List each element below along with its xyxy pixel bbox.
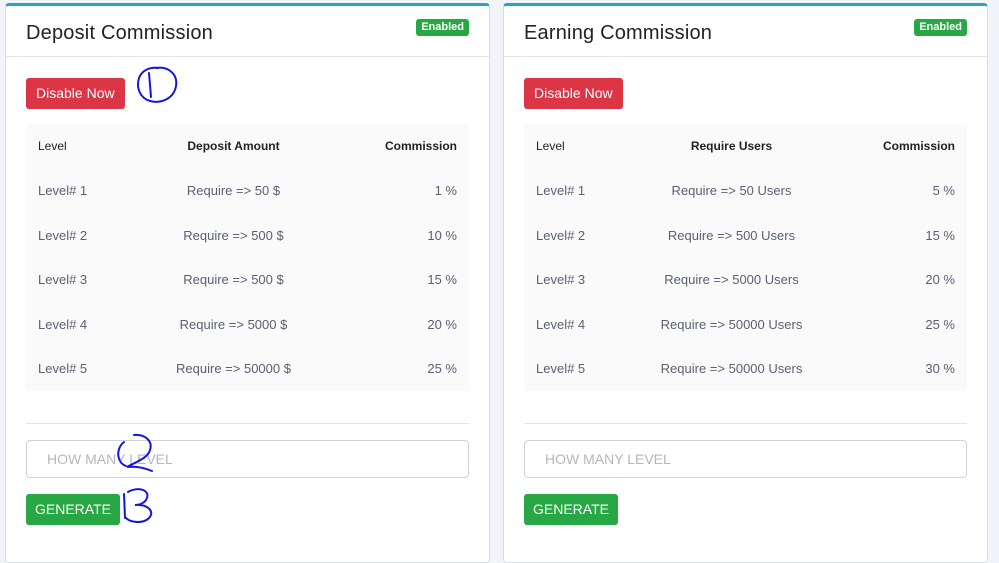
card-title: Deposit Commission <box>26 22 213 44</box>
card-title: Earning Commission <box>524 22 713 44</box>
table-row: Level# 2 Require => 500 Users 15 % <box>524 214 967 258</box>
requirement-cell: Require => 500 Users <box>667 228 796 243</box>
requirement-cell: Require => 50 Users <box>671 183 792 198</box>
commission-cell: 25 % <box>427 361 457 376</box>
commission-cell: 15 % <box>925 228 955 243</box>
generate-button[interactable]: GENERATE <box>524 494 618 525</box>
card-header: Deposit Commission Enabled <box>6 6 489 57</box>
level-cell: Level# 3 <box>38 272 88 287</box>
status-badge: Enabled <box>914 19 967 36</box>
requirement-cell: Require => 50000 $ <box>176 361 291 376</box>
level-cell: Level# 2 <box>38 228 88 243</box>
divider <box>524 423 967 424</box>
column-header-level: Level <box>38 139 67 153</box>
commission-cell: 20 % <box>427 317 457 332</box>
requirement-cell: Require => 5000 $ <box>179 317 288 332</box>
requirement-cell: Require => 50 $ <box>186 183 281 198</box>
table-row: Level# 3 Require => 5000 Users 20 % <box>524 258 967 302</box>
table-row: Level# 5 Require => 50000 Users 30 % <box>524 347 967 391</box>
level-cell: Level# 1 <box>38 183 88 198</box>
table-header-row: Level Deposit Amount Commission <box>26 124 469 168</box>
level-cell: Level# 1 <box>536 183 586 198</box>
requirement-cell: Require => 50000 Users <box>660 361 803 376</box>
table-row: Level# 4 Require => 5000 $ 20 % <box>26 303 469 347</box>
requirement-cell: Require => 500 $ <box>183 228 284 243</box>
commission-cell: 1 % <box>434 183 457 198</box>
how-many-level-input[interactable] <box>26 440 469 478</box>
level-cell: Level# 2 <box>536 228 586 243</box>
table-row: Level# 1 Require => 50 $ 1 % <box>26 169 469 213</box>
requirement-cell: Require => 50000 Users <box>660 317 803 332</box>
table-row: Level# 3 Require => 500 $ 15 % <box>26 258 469 302</box>
commission-cell: 30 % <box>925 361 955 376</box>
deposit-commission-card: Deposit Commission Enabled Disable Now L… <box>5 3 490 563</box>
commission-table: Level Require Users Commission Level# 1 … <box>524 124 967 391</box>
column-header-commission: Commission <box>882 139 955 153</box>
column-header-requirement: Require Users <box>690 139 773 153</box>
table-header-row: Level Require Users Commission <box>524 124 967 168</box>
status-badge: Enabled <box>416 19 469 36</box>
disable-now-button[interactable]: Disable Now <box>26 78 125 109</box>
earning-commission-card: Earning Commission Enabled Disable Now L… <box>503 3 988 563</box>
table-row: Level# 2 Require => 500 $ 10 % <box>26 214 469 258</box>
column-header-requirement: Deposit Amount <box>187 139 280 153</box>
column-header-commission: Commission <box>384 139 457 153</box>
table-row: Level# 1 Require => 50 Users 5 % <box>524 169 967 213</box>
commission-table: Level Deposit Amount Commission Level# 1… <box>26 124 469 391</box>
level-cell: Level# 5 <box>536 361 586 376</box>
commission-cell: 20 % <box>925 272 955 287</box>
commission-cell: 5 % <box>932 183 955 198</box>
column-header-level: Level <box>536 139 565 153</box>
requirement-cell: Require => 500 $ <box>183 272 284 287</box>
requirement-cell: Require => 5000 Users <box>664 272 799 287</box>
level-cell: Level# 4 <box>38 317 88 332</box>
card-header: Earning Commission Enabled <box>504 6 987 57</box>
level-cell: Level# 3 <box>536 272 586 287</box>
how-many-level-input[interactable] <box>524 440 967 478</box>
divider <box>26 423 469 424</box>
commission-cell: 25 % <box>925 317 955 332</box>
commission-cell: 10 % <box>427 228 457 243</box>
table-row: Level# 5 Require => 50000 $ 25 % <box>26 347 469 391</box>
commission-cell: 15 % <box>427 272 457 287</box>
level-cell: Level# 4 <box>536 317 586 332</box>
table-row: Level# 4 Require => 50000 Users 25 % <box>524 303 967 347</box>
disable-now-button[interactable]: Disable Now <box>524 78 623 109</box>
generate-button[interactable]: GENERATE <box>26 494 120 525</box>
level-cell: Level# 5 <box>38 361 88 376</box>
